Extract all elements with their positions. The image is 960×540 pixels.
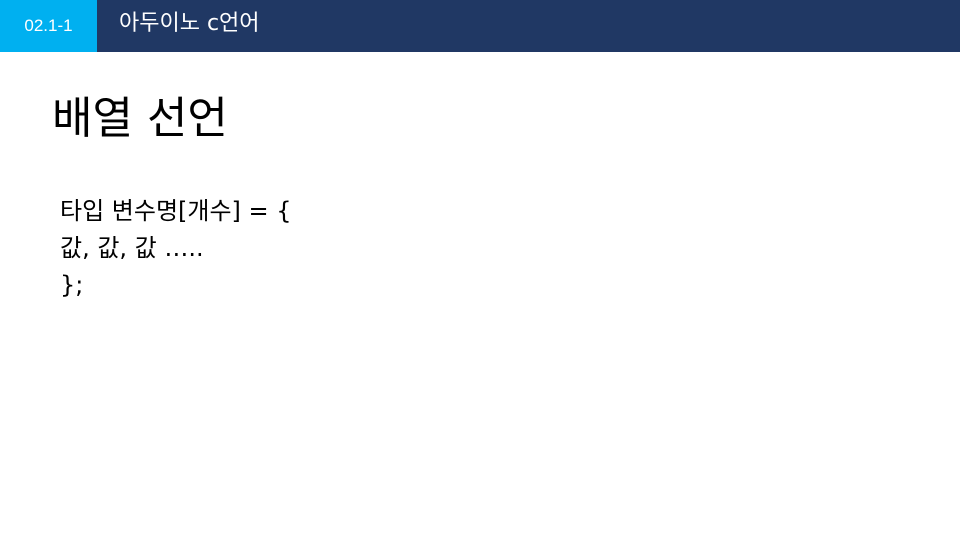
section-number-badge: 02.1-1 <box>0 0 97 52</box>
header-bar: 02.1-1 아두이노 c언어 <box>0 0 960 52</box>
syntax-line-declaration: 타입 변수명[개수] = { <box>60 197 292 225</box>
slide-title: 배열 선언 <box>52 93 228 144</box>
course-title: 아두이노 c언어 <box>119 11 260 36</box>
syntax-line-closing: }; <box>60 271 84 299</box>
array-declaration-syntax: 타입 변수명[개수] = { 값, 값, 값 ….. }; <box>60 193 292 304</box>
slide: 02.1-1 아두이노 c언어 배열 선언 타입 변수명[개수] = { 값, … <box>0 0 960 540</box>
syntax-line-values: 값, 값, 값 ….. <box>60 234 204 262</box>
